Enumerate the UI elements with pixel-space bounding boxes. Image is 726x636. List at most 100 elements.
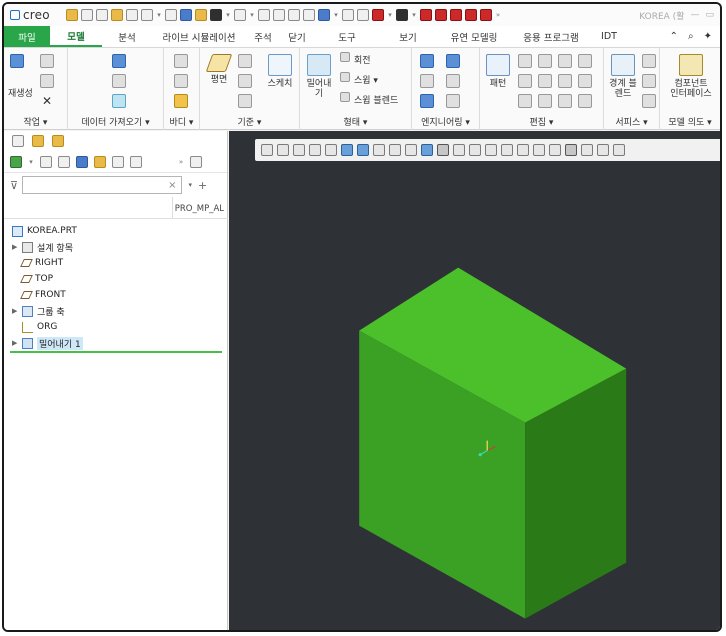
shading-icon[interactable] bbox=[405, 144, 417, 156]
thicken-icon[interactable] bbox=[578, 74, 592, 88]
hide-icon[interactable] bbox=[273, 9, 285, 21]
plane-button[interactable]: 평면 bbox=[204, 54, 234, 85]
display-dropdown-icon[interactable]: ▾ bbox=[225, 11, 231, 19]
sweep-icon[interactable] bbox=[340, 72, 350, 82]
tab-live-simulation[interactable]: 라이브 시뮬레이션 bbox=[152, 26, 246, 47]
display-style-menu-icon[interactable] bbox=[341, 144, 353, 156]
tree-item-design-items[interactable]: ▶ 설계 항목 bbox=[12, 239, 224, 255]
draft-icon[interactable] bbox=[420, 94, 434, 108]
appearance-red-2-icon[interactable] bbox=[435, 9, 447, 21]
warning-icon[interactable] bbox=[581, 144, 593, 156]
measure-icon[interactable] bbox=[303, 9, 315, 21]
sketch-line-icon[interactable] bbox=[234, 9, 246, 21]
expand-arrow-icon[interactable]: ▶ bbox=[12, 243, 22, 251]
regenerate-label[interactable]: 재생성 bbox=[8, 86, 33, 99]
tree-columns-icon[interactable] bbox=[58, 155, 70, 168]
add-column-icon[interactable]: + bbox=[198, 179, 207, 192]
curve-dropdown-icon[interactable]: ▾ bbox=[387, 11, 393, 19]
merge-icon[interactable] bbox=[538, 74, 552, 88]
trim-icon[interactable] bbox=[518, 74, 532, 88]
view-manager-icon[interactable] bbox=[373, 144, 385, 156]
orient-dropdown-icon[interactable]: ▾ bbox=[333, 11, 339, 19]
group-label-body[interactable]: 바디 ▾ bbox=[164, 115, 199, 128]
freestyle-icon[interactable] bbox=[642, 94, 656, 108]
insert-indicator[interactable] bbox=[10, 351, 222, 353]
appearance-red-icon[interactable] bbox=[420, 9, 432, 21]
open-folder-icon[interactable] bbox=[111, 9, 123, 21]
datum-display-filter-icon[interactable] bbox=[437, 144, 449, 156]
animation-icon[interactable] bbox=[613, 144, 625, 156]
intersect-icon[interactable] bbox=[558, 74, 572, 88]
sweep-label[interactable]: 스윕 ▾ bbox=[354, 73, 378, 86]
wrap-icon[interactable] bbox=[538, 94, 552, 108]
sketch-icon[interactable] bbox=[288, 9, 300, 21]
axis-dropdown-icon[interactable]: ▾ bbox=[411, 11, 417, 19]
tree-item-top[interactable]: TOP bbox=[12, 271, 224, 287]
refit-icon[interactable] bbox=[261, 144, 273, 156]
appearance-red-3-icon[interactable] bbox=[450, 9, 462, 21]
datum-display-icon[interactable] bbox=[258, 9, 270, 21]
copy-geometry-icon[interactable] bbox=[112, 74, 126, 88]
appearance-gallery-icon[interactable] bbox=[421, 144, 433, 156]
group-label-shapes[interactable]: 형태 ▾ bbox=[300, 115, 411, 128]
chamfer-icon[interactable] bbox=[420, 74, 434, 88]
regenerate-icon[interactable] bbox=[10, 54, 24, 68]
expand-arrow-icon[interactable]: ▶ bbox=[12, 307, 22, 315]
perspective-icon[interactable] bbox=[325, 144, 337, 156]
display-style-icon[interactable] bbox=[210, 9, 222, 21]
group-label-operations[interactable]: 작업 ▾ bbox=[4, 115, 67, 128]
regenerate-small-icon[interactable] bbox=[126, 9, 138, 21]
note-display-icon[interactable] bbox=[549, 144, 561, 156]
point-icon[interactable] bbox=[238, 74, 252, 88]
group-label-get-data[interactable]: 데이터 가져오기 ▾ bbox=[68, 115, 163, 128]
tab-annotate[interactable]: 주석 bbox=[246, 26, 280, 47]
close-window-icon[interactable] bbox=[195, 9, 207, 21]
group-label-datum[interactable]: 기준 ▾ bbox=[200, 115, 299, 128]
offset-icon[interactable] bbox=[578, 54, 592, 68]
tree-item-front[interactable]: FRONT bbox=[12, 287, 224, 303]
shell-icon[interactable] bbox=[446, 74, 460, 88]
tree-item-right[interactable]: RIGHT bbox=[12, 255, 224, 271]
boundary-blend-button[interactable]: 경계 블 렌드 bbox=[606, 54, 640, 99]
body-boolean-icon[interactable] bbox=[174, 94, 188, 108]
tab-applications[interactable]: 응용 프로그램 bbox=[512, 26, 590, 47]
swept-blend-icon[interactable] bbox=[340, 92, 350, 102]
tree-filter-icon[interactable] bbox=[76, 155, 88, 168]
open-icon[interactable] bbox=[81, 9, 93, 21]
point-display-icon[interactable] bbox=[485, 144, 497, 156]
extend-icon[interactable] bbox=[538, 54, 552, 68]
tab-model[interactable]: 모델 bbox=[50, 26, 102, 47]
axis-icon[interactable] bbox=[396, 9, 408, 21]
hole-icon[interactable] bbox=[420, 54, 434, 68]
coordinate-system-icon[interactable] bbox=[238, 94, 252, 108]
zoom-out-icon[interactable] bbox=[293, 144, 305, 156]
swept-blend-label[interactable]: 스윕 블렌드 bbox=[354, 93, 398, 106]
component-interface-button[interactable]: 컴포넌트 인터페이스 bbox=[664, 54, 718, 99]
paste-icon[interactable] bbox=[40, 74, 54, 88]
project-icon[interactable] bbox=[558, 54, 572, 68]
tree-item-group-axes[interactable]: ▶ 그룹 축 bbox=[12, 303, 224, 319]
curve-icon[interactable] bbox=[372, 9, 384, 21]
tree-details-icon[interactable] bbox=[190, 155, 202, 168]
clear-search-icon[interactable]: × bbox=[168, 180, 176, 191]
copy-icon[interactable] bbox=[40, 54, 54, 68]
tree-more-icon[interactable]: » bbox=[178, 158, 184, 166]
editing-more-icon[interactable] bbox=[578, 94, 592, 108]
group-label-surfaces[interactable]: 서피스 ▾ bbox=[604, 115, 659, 128]
sketch-dropdown-icon[interactable]: ▾ bbox=[249, 11, 255, 19]
tab-file[interactable]: 파일 bbox=[4, 26, 50, 47]
appearance-red-4-icon[interactable] bbox=[465, 9, 477, 21]
show-dropdown-icon[interactable]: ▾ bbox=[28, 158, 34, 166]
sketch-button[interactable]: 스케치 bbox=[262, 54, 298, 89]
user-defined-feature-icon[interactable] bbox=[112, 54, 126, 68]
favorites-tab-icon[interactable] bbox=[52, 135, 64, 147]
windows-icon[interactable] bbox=[180, 9, 192, 21]
more-commands-icon[interactable]: » bbox=[495, 11, 501, 19]
save-icon[interactable] bbox=[96, 9, 108, 21]
undo-icon[interactable] bbox=[141, 9, 153, 21]
style-icon[interactable] bbox=[642, 74, 656, 88]
tab-analysis[interactable]: 분석 bbox=[102, 26, 152, 47]
tab-tools[interactable]: 도구 bbox=[314, 26, 380, 47]
restore-icon[interactable]: ▭ bbox=[705, 10, 714, 20]
tree-search-input[interactable] bbox=[22, 176, 183, 194]
